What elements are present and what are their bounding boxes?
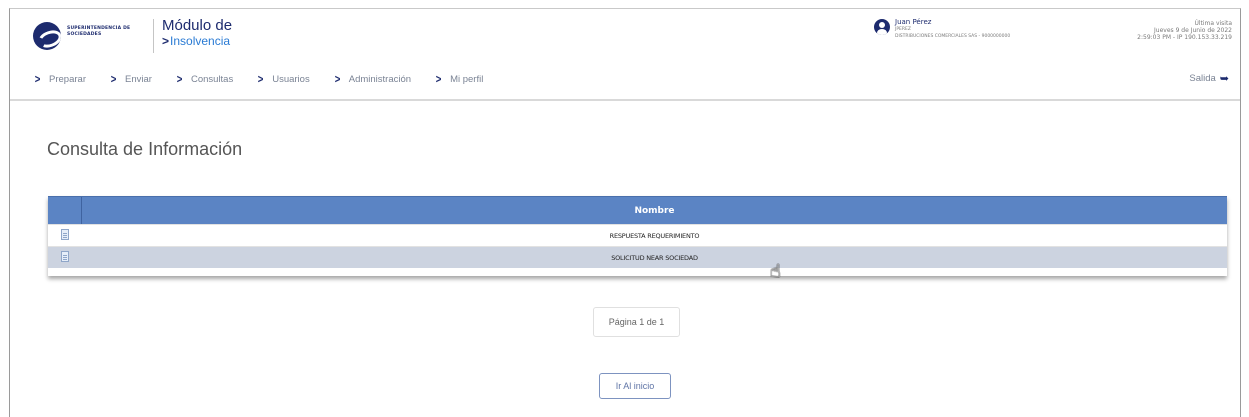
nav-item-enviar[interactable]: > Enviar [110,72,152,86]
last-visit-date: Jueves 9 de Junio de 2022 [1154,27,1232,34]
org-name: SUPERINTENDENCIA DE SOCIEDADES [67,26,131,37]
column-header-nombre[interactable]: Nombre [82,197,1227,224]
nav-item-label: Consultas [190,73,234,85]
chevron-right-icon: > [334,72,341,86]
table-header: Nombre [48,196,1227,224]
user-role: JPEREZ [895,27,911,32]
nav-item-label: Enviar [125,73,152,85]
nav-item-mi-perfil[interactable]: > Mi perfil [435,72,484,86]
go-home-button[interactable]: Ir Al inicio [599,373,671,399]
module-subtitle-text: Insolvencia [170,34,231,48]
last-visit-title: Última visita [1194,20,1232,27]
user-company: DISTRIBUCIONES COMERCIALES SAS - 9000000… [895,34,1011,39]
pagination-info: Página 1 de 1 [593,307,680,337]
results-table: Nombre RESPUESTA REQUERIMIENTO SOLICITUD… [48,196,1227,276]
document-icon[interactable] [61,250,69,262]
nav-item-label: Usuarios [272,73,310,85]
nav-item-consultas[interactable]: > Consultas [176,72,234,86]
module-subtitle: >Insolvencia [162,35,230,48]
header: SUPERINTENDENCIA DE SOCIEDADES Módulo de… [10,9,1240,101]
supersociedades-logo-icon [33,22,61,50]
chevron-right-icon: > [176,72,183,86]
table-header-icon-cell [48,197,82,224]
app-frame: SUPERINTENDENCIA DE SOCIEDADES Módulo de… [9,8,1241,417]
logout-label: Salida [1189,73,1216,84]
chevron-right-icon: > [34,72,41,86]
nav-item-usuarios[interactable]: > Usuarios [257,72,310,86]
row-name[interactable]: RESPUESTA REQUERIMIENTO [82,232,1227,240]
table-row[interactable]: RESPUESTA REQUERIMIENTO [48,224,1227,246]
module-title: Módulo de [162,17,233,34]
logout-button[interactable]: Salida ➥ [1189,72,1229,85]
row-name[interactable]: SOLICITUD NEAR SOCIEDAD [82,254,1227,262]
last-visit-info: Última visita Jueves 9 de Junio de 2022 … [1137,20,1232,41]
nav-item-label: Mi perfil [450,73,484,85]
user-name: Juan Pérez [895,18,932,26]
table-row[interactable]: SOLICITUD NEAR SOCIEDAD [48,246,1227,268]
chevron-right-icon: > [162,34,170,48]
user-avatar-icon [874,19,890,35]
header-divider [153,19,154,53]
chevron-right-icon: > [435,72,442,86]
page-title: Consulta de Información [47,139,243,159]
nav-item-preparar[interactable]: > Preparar [34,72,86,86]
document-icon[interactable] [61,228,69,240]
row-icon-cell [48,225,82,247]
chevron-right-icon: > [110,72,117,86]
nav-item-label: Administración [348,73,412,85]
chevron-right-icon: > [257,72,264,86]
hand-cursor-icon: ☝ [770,261,781,282]
main-nav: > Preparar > Enviar > Consultas > Usuarios >… [34,71,507,87]
row-icon-cell [48,247,82,269]
last-visit-time-ip: 2:59:03 PM - IP 190.153.33.219 [1137,34,1232,41]
sign-out-icon: ➥ [1219,73,1229,85]
nav-item-label: Preparar [49,73,86,85]
nav-item-administracion[interactable]: > Administración [334,72,411,86]
